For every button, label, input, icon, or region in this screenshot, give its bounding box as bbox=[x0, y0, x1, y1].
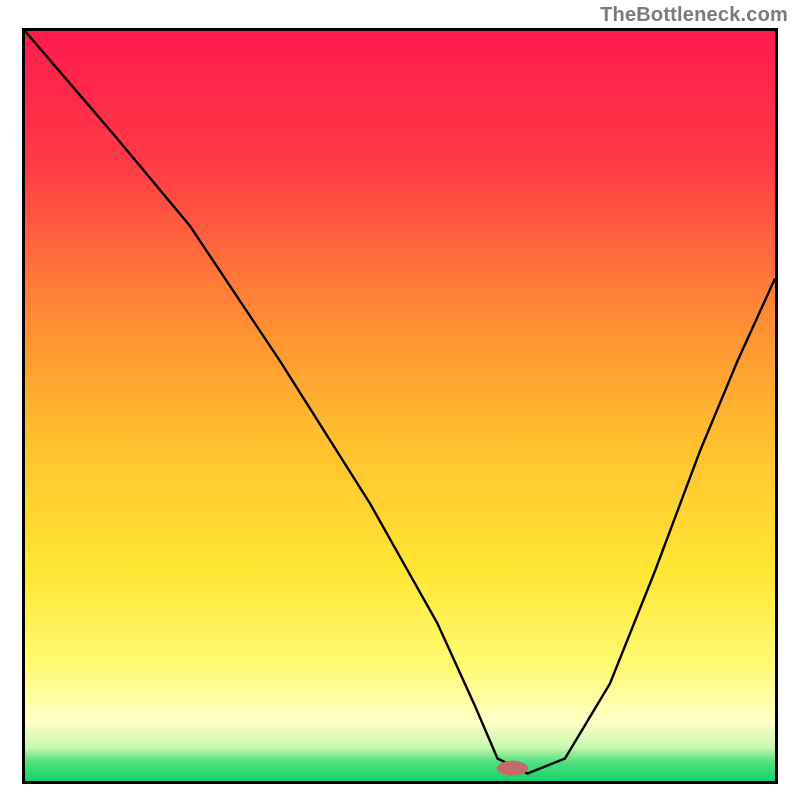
chart-background bbox=[25, 31, 775, 781]
bottleneck-chart bbox=[22, 28, 778, 784]
chart-svg bbox=[25, 31, 775, 781]
attribution-text: TheBottleneck.com bbox=[600, 4, 788, 27]
optimal-point-marker bbox=[497, 761, 529, 776]
